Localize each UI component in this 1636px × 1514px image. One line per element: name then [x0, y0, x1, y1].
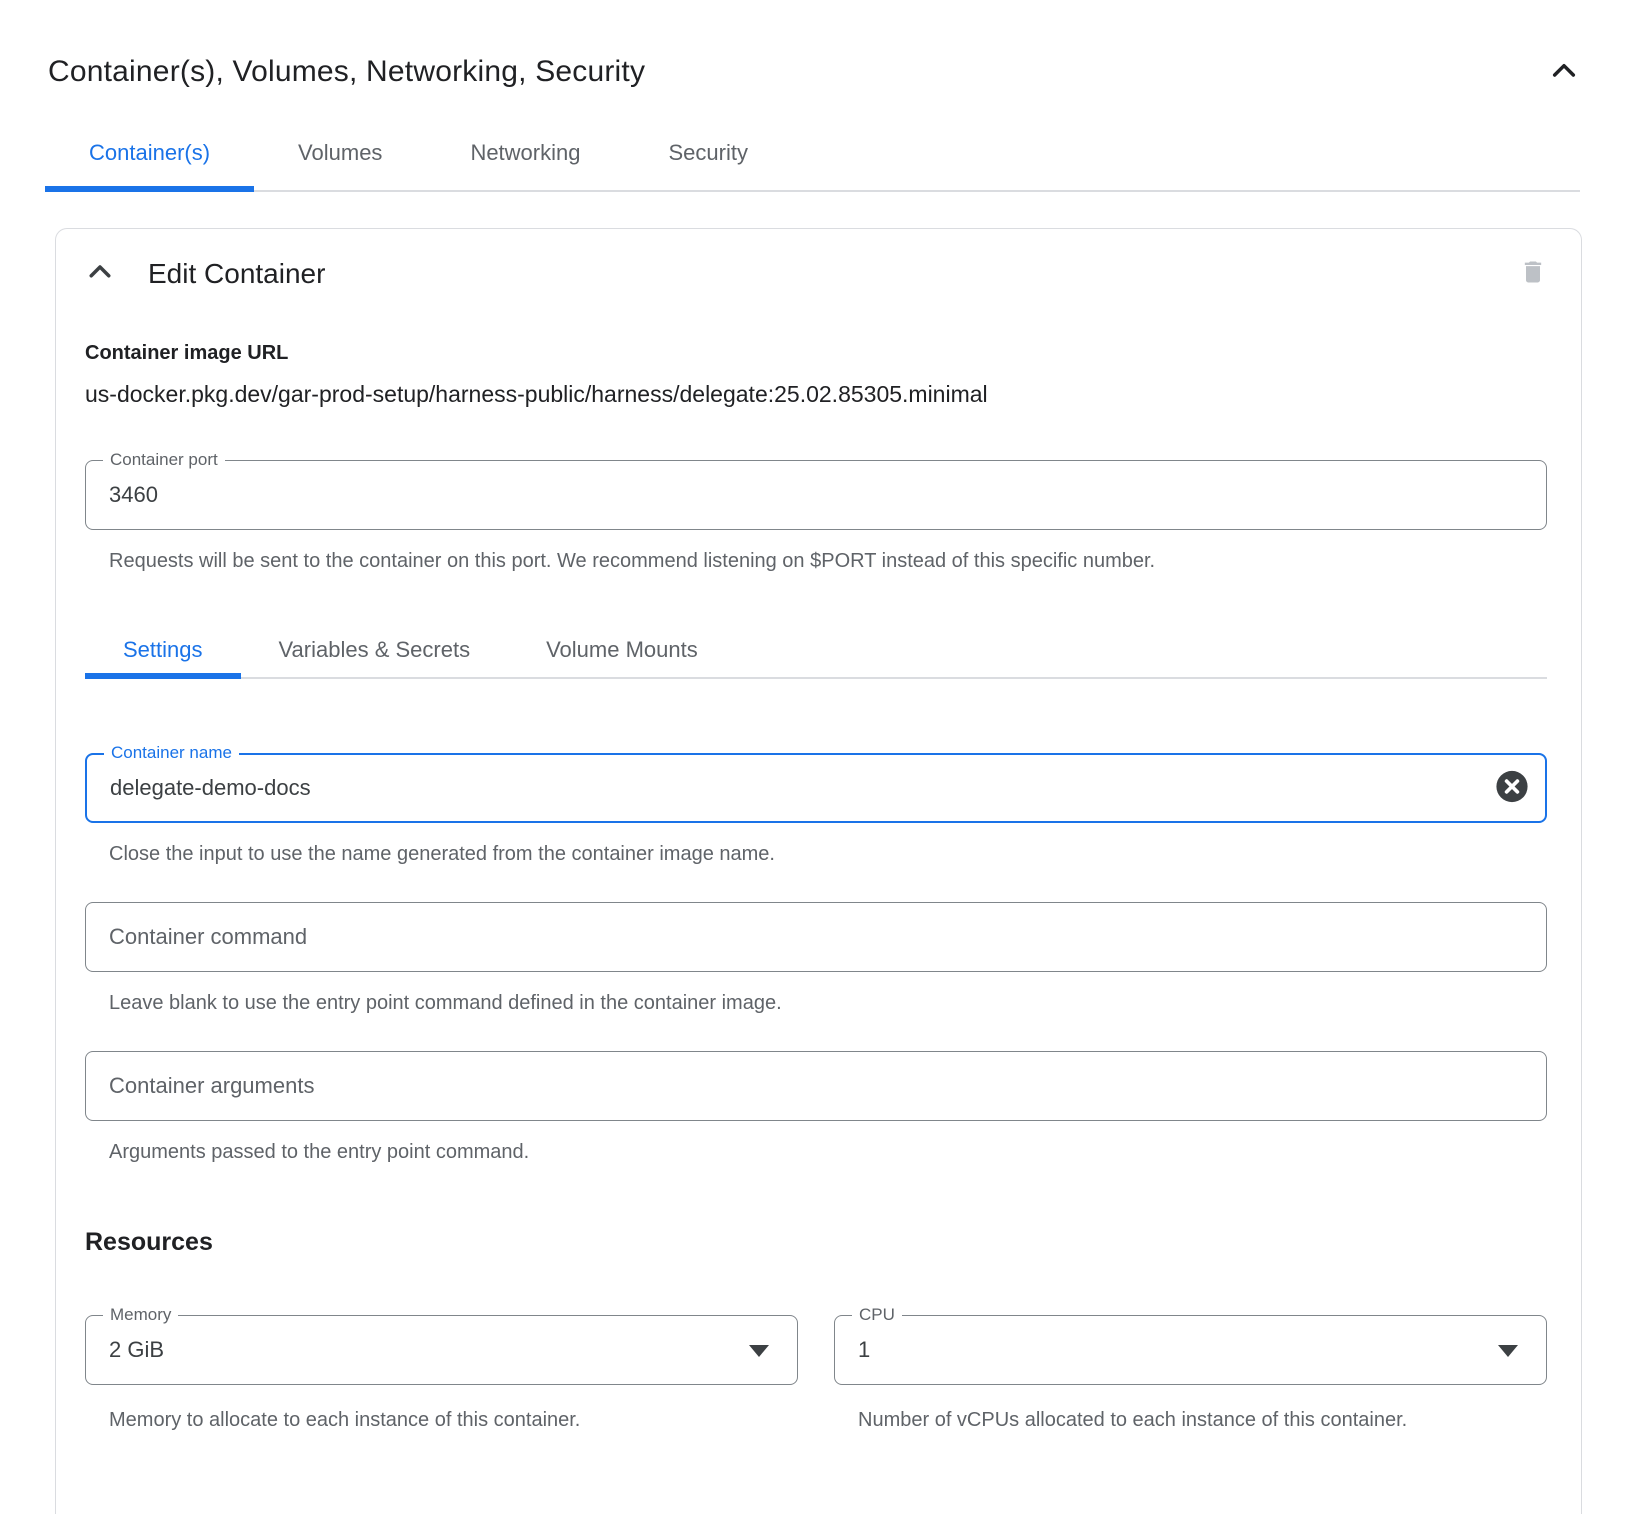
tab-label: Volumes [298, 140, 382, 166]
tab-label: Networking [470, 140, 580, 166]
memory-help: Memory to allocate to each instance of t… [109, 1407, 798, 1434]
cpu-label: CPU [852, 1305, 902, 1325]
circle-x-icon [1495, 770, 1529, 807]
subtab-label: Settings [123, 637, 203, 663]
container-image-url-label: Container image URL [85, 342, 1547, 365]
memory-value: 2 GiB [109, 1337, 164, 1363]
container-port-label: Container port [103, 450, 225, 470]
card-header: Edit Container [85, 257, 1547, 290]
container-command-input[interactable] [86, 903, 1546, 971]
container-name-label: Container name [104, 743, 239, 763]
subtab-volume-mounts[interactable]: Volume Mounts [508, 623, 736, 677]
container-port-input[interactable] [86, 461, 1546, 529]
container-port-field: Container port [85, 460, 1547, 530]
resources-grid: Memory 2 GiB Memory to allocate to each … [85, 1315, 1547, 1434]
chevron-up-icon [1548, 55, 1580, 90]
card-title: Edit Container [148, 258, 325, 290]
clear-container-name-button[interactable] [1495, 770, 1529, 807]
subtab-label: Volume Mounts [546, 637, 698, 663]
container-image-url-value: us-docker.pkg.dev/gar-prod-setup/harness… [85, 381, 1547, 408]
tab-volumes[interactable]: Volumes [254, 116, 426, 190]
container-name-help: Close the input to use the name generate… [109, 841, 1547, 868]
delete-container-button[interactable] [1519, 257, 1547, 290]
tab-label: Security [668, 140, 747, 166]
caret-down-icon [749, 1345, 769, 1357]
memory-select[interactable]: Memory 2 GiB [85, 1315, 798, 1385]
subtab-label: Variables & Secrets [279, 637, 471, 663]
edit-container-card: Edit Container Container image URL us-do… [55, 228, 1582, 1514]
tab-networking[interactable]: Networking [426, 116, 624, 190]
card-collapse-button[interactable] [85, 257, 115, 290]
cpu-value: 1 [858, 1337, 870, 1363]
subtab-settings[interactable]: Settings [85, 623, 241, 677]
container-arguments-help: Arguments passed to the entry point comm… [109, 1139, 1547, 1166]
container-sub-tab-bar: Settings Variables & Secrets Volume Moun… [85, 623, 1547, 679]
section-header: Container(s), Volumes, Networking, Secur… [0, 0, 1636, 90]
tab-containers[interactable]: Container(s) [45, 116, 254, 190]
container-arguments-input[interactable] [86, 1052, 1546, 1120]
tab-label: Container(s) [89, 140, 210, 166]
memory-label: Memory [103, 1305, 178, 1325]
container-port-help: Requests will be sent to the container o… [109, 548, 1547, 575]
memory-column: Memory 2 GiB Memory to allocate to each … [85, 1315, 798, 1434]
tab-security[interactable]: Security [624, 116, 791, 190]
caret-down-icon [1498, 1345, 1518, 1357]
trash-icon [1519, 257, 1547, 290]
cpu-column: CPU 1 Number of vCPUs allocated to each … [834, 1315, 1547, 1434]
container-command-field [85, 902, 1547, 972]
cpu-select[interactable]: CPU 1 [834, 1315, 1547, 1385]
section-collapse-button[interactable] [1548, 55, 1580, 90]
container-name-field: Container name [85, 753, 1547, 823]
cpu-help: Number of vCPUs allocated to each instan… [858, 1407, 1418, 1434]
container-name-input[interactable] [87, 755, 1545, 821]
container-arguments-field [85, 1051, 1547, 1121]
resources-heading: Resources [85, 1228, 1547, 1257]
top-tab-bar: Container(s) Volumes Networking Security [45, 116, 1580, 192]
page-title: Container(s), Volumes, Networking, Secur… [48, 55, 645, 89]
chevron-up-icon [85, 257, 115, 290]
subtab-variables-secrets[interactable]: Variables & Secrets [241, 623, 509, 677]
container-command-help: Leave blank to use the entry point comma… [109, 990, 1547, 1017]
